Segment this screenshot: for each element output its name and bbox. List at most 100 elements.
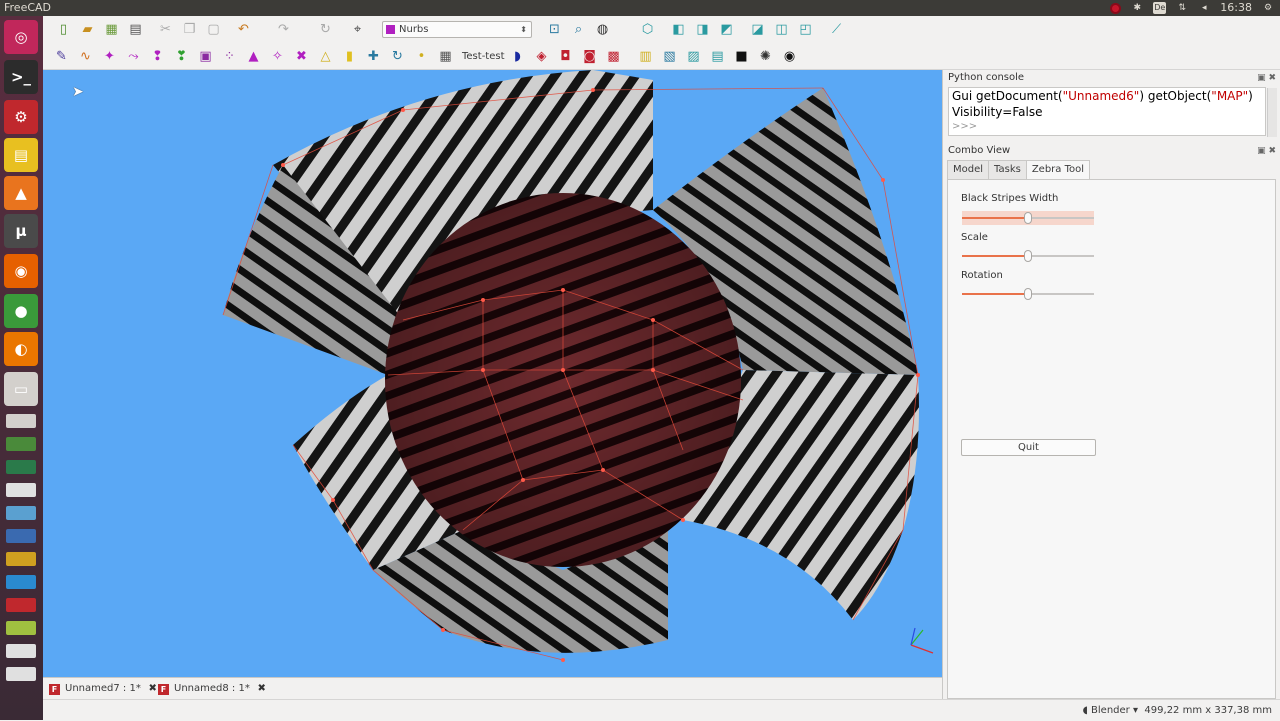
tab-zebra-tool[interactable]: Zebra Tool bbox=[1025, 160, 1091, 179]
close-icon[interactable]: ✖ bbox=[257, 680, 265, 698]
map-icon[interactable]: ◈ bbox=[533, 48, 550, 65]
vlc-icon[interactable]: ▲ bbox=[4, 176, 38, 210]
power-gear-icon[interactable]: ⚙ bbox=[1262, 2, 1274, 14]
navigation-style-selector[interactable]: ◖ Blender ▾ bbox=[1083, 700, 1138, 721]
bluetooth-icon[interactable]: ✱ bbox=[1131, 2, 1143, 14]
grid-icon[interactable]: ▦ bbox=[437, 48, 454, 65]
launcher-app-icon[interactable] bbox=[6, 483, 36, 497]
files-icon[interactable]: ▭ bbox=[4, 372, 38, 406]
workbench-selector[interactable]: Nurbs ⬍ bbox=[382, 21, 532, 38]
copy-icon[interactable]: ❐ bbox=[181, 21, 198, 38]
launcher-app-icon[interactable] bbox=[6, 460, 36, 474]
firefox-icon[interactable]: ◉ bbox=[4, 254, 38, 288]
freecad-icon[interactable]: ⚙ bbox=[4, 100, 38, 134]
paste-icon[interactable]: ▢ bbox=[205, 21, 222, 38]
view-right-icon[interactable]: ◩ bbox=[718, 21, 735, 38]
dock-buttons[interactable]: ▣ ✖ bbox=[1257, 73, 1276, 83]
view-left-icon[interactable]: ◰ bbox=[797, 21, 814, 38]
blender-icon[interactable]: ◐ bbox=[4, 332, 38, 366]
launcher-app-icon[interactable] bbox=[6, 529, 36, 543]
ubuntu-dash-icon[interactable]: ◎ bbox=[4, 20, 38, 54]
measure-icon[interactable]: ⟋ bbox=[828, 21, 845, 38]
3d-viewport[interactable] bbox=[43, 70, 942, 677]
scale-slider[interactable] bbox=[962, 250, 1094, 262]
rotate-icon[interactable]: ↻ bbox=[389, 48, 406, 65]
undo-icon[interactable]: ↶ bbox=[235, 21, 252, 38]
console-scrollbar[interactable] bbox=[1267, 88, 1277, 137]
volume-icon[interactable]: ◂ bbox=[1198, 2, 1210, 14]
black-stripes-width-slider[interactable] bbox=[962, 211, 1094, 225]
save-icon[interactable]: ▦ bbox=[103, 21, 120, 38]
tangent-icon[interactable]: ✧ bbox=[269, 48, 286, 65]
document-tab-unnamed8[interactable]: F Unnamed8 : 1* ✖ bbox=[154, 680, 268, 698]
clock[interactable]: 16:38 bbox=[1220, 0, 1252, 16]
print-icon[interactable]: ▤ bbox=[127, 21, 144, 38]
cylinder-icon[interactable]: ▮ bbox=[341, 48, 358, 65]
view-front-icon[interactable]: ◧ bbox=[670, 21, 687, 38]
curve-icon[interactable]: ∿ bbox=[77, 48, 94, 65]
uv-icon[interactable]: ▧ bbox=[661, 48, 678, 65]
sketch-icon[interactable]: ▥ bbox=[637, 48, 654, 65]
sweep-icon[interactable]: ⤳ bbox=[125, 48, 142, 65]
launcher-app-icon[interactable] bbox=[6, 437, 36, 451]
keyboard-layout-indicator[interactable]: De bbox=[1153, 2, 1167, 14]
view-isometric-icon[interactable]: ⬡ bbox=[639, 21, 656, 38]
fit-selection-icon[interactable]: ⌕ bbox=[570, 21, 587, 38]
launcher-app-icon[interactable] bbox=[6, 667, 36, 681]
launcher-app-icon[interactable] bbox=[6, 506, 36, 520]
needle-icon[interactable]: ❢ bbox=[149, 48, 166, 65]
mu-editor-icon[interactable]: μ bbox=[4, 214, 38, 248]
slider-handle[interactable] bbox=[1024, 288, 1032, 300]
cut-icon[interactable]: ✂ bbox=[157, 21, 174, 38]
test-test-button[interactable]: Test-test bbox=[462, 48, 505, 65]
shoe-icon[interactable]: ❣ bbox=[173, 48, 190, 65]
segment-icon[interactable]: ▨ bbox=[685, 48, 702, 65]
tab-tasks[interactable]: Tasks bbox=[988, 160, 1027, 179]
rotation-slider[interactable] bbox=[962, 288, 1094, 300]
console-icon[interactable]: ■ bbox=[733, 48, 750, 65]
fit-all-icon[interactable]: ⊡ bbox=[546, 21, 563, 38]
cone-icon[interactable]: △ bbox=[317, 48, 334, 65]
launcher-app-icon[interactable] bbox=[6, 575, 36, 589]
launcher-app-icon[interactable] bbox=[6, 598, 36, 612]
terminal-icon[interactable]: >_ bbox=[4, 60, 38, 94]
move-icon[interactable]: ✚ bbox=[365, 48, 382, 65]
chrome-icon[interactable]: ● bbox=[4, 294, 38, 328]
launcher-app-icon[interactable] bbox=[6, 644, 36, 658]
python-console[interactable]: Gui getDocument("Unnamed6") getObject("M… bbox=[948, 87, 1277, 137]
helix-icon[interactable]: ◗ bbox=[509, 48, 526, 65]
new-document-icon[interactable]: ▯ bbox=[55, 21, 72, 38]
slider-handle[interactable] bbox=[1024, 250, 1032, 262]
face-icon[interactable]: ✦ bbox=[101, 48, 118, 65]
ruler-icon[interactable]: ▤ bbox=[4, 138, 38, 172]
image-map-icon[interactable]: ◘ bbox=[557, 48, 574, 65]
redo-icon[interactable]: ↷ bbox=[275, 21, 292, 38]
box-icon[interactable]: ▣ bbox=[197, 48, 214, 65]
record-icon[interactable] bbox=[1110, 2, 1122, 14]
network-icon[interactable]: ⇅ bbox=[1176, 2, 1188, 14]
dock-buttons[interactable]: ▣ ✖ bbox=[1257, 146, 1276, 156]
launcher-app-icon[interactable] bbox=[6, 621, 36, 635]
view-top-icon[interactable]: ◨ bbox=[694, 21, 711, 38]
split-icon[interactable]: ▤ bbox=[709, 48, 726, 65]
document-tab-unnamed7[interactable]: F Unnamed7 : 1* ✖ bbox=[45, 680, 159, 698]
launcher-app-icon[interactable] bbox=[6, 552, 36, 566]
draw-style-icon[interactable]: ◍ bbox=[594, 21, 611, 38]
dot-icon[interactable]: • bbox=[413, 48, 430, 65]
grid-points-icon[interactable]: ⁘ bbox=[221, 48, 238, 65]
refresh-icon[interactable]: ↻ bbox=[317, 21, 334, 38]
bug-icon[interactable]: ✺ bbox=[757, 48, 774, 65]
tab-model[interactable]: Model bbox=[947, 160, 990, 179]
launcher-app-icon[interactable] bbox=[6, 414, 36, 428]
open-icon[interactable]: ▰ bbox=[79, 21, 96, 38]
zebra-icon[interactable]: ▩ bbox=[605, 48, 622, 65]
eye-icon[interactable]: ◉ bbox=[781, 48, 798, 65]
quit-button[interactable]: Quit bbox=[961, 439, 1096, 456]
whats-this-icon[interactable]: ⌖ bbox=[349, 21, 366, 38]
arrow-up-icon[interactable]: ▲ bbox=[245, 48, 262, 65]
slider-handle[interactable] bbox=[1024, 212, 1032, 224]
star-icon[interactable]: ✖ bbox=[293, 48, 310, 65]
texture-icon[interactable]: ◙ bbox=[581, 48, 598, 65]
view-bottom-icon[interactable]: ◫ bbox=[773, 21, 790, 38]
nurbs-editor-icon[interactable]: ✎ bbox=[53, 48, 70, 65]
